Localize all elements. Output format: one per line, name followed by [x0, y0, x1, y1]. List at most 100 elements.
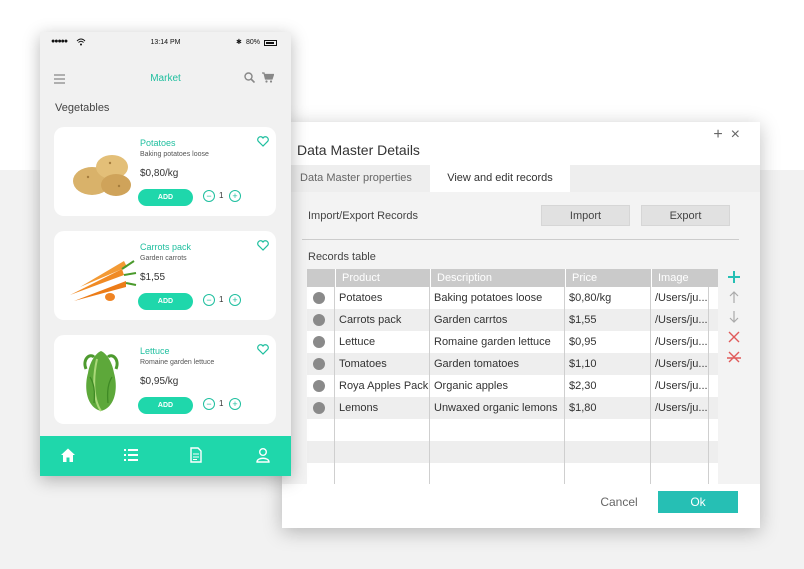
table-row[interactable]: Tomatoes Garden tomatoes $1,10 /Users/ju…: [307, 353, 718, 375]
empty-row[interactable]: [307, 463, 718, 484]
column-header-description[interactable]: Description: [430, 269, 565, 287]
divider: [302, 239, 739, 240]
minus-icon[interactable]: −: [203, 294, 215, 306]
document-icon[interactable]: [188, 447, 204, 463]
move-down-icon[interactable]: [725, 308, 743, 326]
cell-product[interactable]: Lettuce: [335, 331, 430, 353]
cart-icon[interactable]: [262, 72, 274, 83]
carrots-image: [70, 260, 137, 301]
product-card[interactable]: Lettuce Romaine garden lettuce $0,95/kg …: [54, 335, 276, 424]
status-bar: ●●●●● 13:14 PM ✱ 80%: [40, 32, 291, 54]
table-row[interactable]: Potatoes Baking potatoes loose $0,80/kg …: [307, 287, 718, 309]
records-tab-panel: Import/Export Records Import Export Reco…: [282, 192, 760, 484]
column-divider: [334, 287, 335, 484]
table-row[interactable]: Roya Apples Pack Organic apples $2,30 /U…: [307, 375, 718, 397]
product-name: Potatoes: [140, 138, 176, 148]
dialog-tabs: Data Master properties View and edit rec…: [282, 165, 760, 192]
column-header-price[interactable]: Price: [565, 269, 651, 287]
column-header-image[interactable]: Image: [651, 269, 709, 287]
battery-icon: [264, 40, 277, 46]
row-select-icon[interactable]: [313, 380, 325, 392]
move-up-icon[interactable]: [725, 288, 743, 306]
cell-description[interactable]: Unwaxed organic lemons: [430, 397, 565, 419]
user-icon[interactable]: [255, 447, 271, 463]
records-table: Product Description Price Image Potatoes…: [307, 269, 718, 484]
cell-image[interactable]: /Users/ju...: [651, 309, 709, 331]
cell-image[interactable]: /Users/ju...: [651, 375, 709, 397]
row-select-icon[interactable]: [313, 314, 325, 326]
cell-product[interactable]: Lemons: [335, 397, 430, 419]
minus-icon[interactable]: −: [203, 398, 215, 410]
add-button[interactable]: ADD: [138, 189, 193, 206]
heart-icon[interactable]: [257, 344, 269, 355]
import-button[interactable]: Import: [541, 205, 630, 226]
cell-image[interactable]: /Users/ju...: [651, 331, 709, 353]
dialog-add-icon[interactable]: +: [713, 127, 722, 143]
empty-row[interactable]: [307, 419, 718, 441]
row-select-icon[interactable]: [313, 402, 325, 414]
table-row[interactable]: Carrots pack Garden carrtos $1,55 /Users…: [307, 309, 718, 331]
cell-product[interactable]: Roya Apples Pack: [335, 375, 430, 397]
plus-icon[interactable]: +: [229, 294, 241, 306]
list-icon[interactable]: [123, 447, 139, 463]
cell-description[interactable]: Baking potatoes loose: [430, 287, 565, 309]
quantity-value: 1: [219, 399, 224, 408]
cell-image[interactable]: /Users/ju...: [651, 397, 709, 419]
export-button[interactable]: Export: [641, 205, 730, 226]
cell-product[interactable]: Tomatoes: [335, 353, 430, 375]
search-icon[interactable]: [244, 72, 255, 83]
column-divider: [564, 287, 565, 484]
data-master-dialog: + × Data Master Details Data Master prop…: [282, 122, 760, 528]
cell-price[interactable]: $1,80: [565, 397, 651, 419]
cancel-button[interactable]: Cancel: [594, 491, 644, 513]
empty-row[interactable]: [307, 441, 718, 463]
mobile-app-preview: ●●●●● 13:14 PM ✱ 80% Market Vegetables P…: [40, 32, 291, 476]
add-button[interactable]: ADD: [138, 293, 193, 310]
home-icon[interactable]: [60, 447, 76, 463]
quantity-value: 1: [219, 191, 224, 200]
table-row[interactable]: Lettuce Romaine garden lettuce $0,95 /Us…: [307, 331, 718, 353]
column-divider: [650, 287, 651, 484]
product-card[interactable]: Carrots pack Garden carrots $1,55 ADD − …: [54, 231, 276, 320]
product-description: Baking potatoes loose: [140, 151, 209, 158]
cell-description[interactable]: Organic apples: [430, 375, 565, 397]
column-divider: [429, 287, 430, 484]
heart-icon[interactable]: [257, 136, 269, 147]
cell-price[interactable]: $0,80/kg: [565, 287, 651, 309]
section-title: Vegetables: [55, 102, 110, 114]
product-card[interactable]: Potatoes Baking potatoes loose $0,80/kg …: [54, 127, 276, 216]
minus-icon[interactable]: −: [203, 190, 215, 202]
plus-icon[interactable]: +: [229, 190, 241, 202]
cell-price[interactable]: $1,10: [565, 353, 651, 375]
delete-all-icon[interactable]: [725, 348, 743, 366]
add-button[interactable]: ADD: [138, 397, 193, 414]
row-select-icon[interactable]: [313, 292, 325, 304]
quantity-value: 1: [219, 295, 224, 304]
cell-description[interactable]: Romaine garden lettuce: [430, 331, 565, 353]
add-row-icon[interactable]: [725, 268, 743, 286]
cell-price[interactable]: $0,95: [565, 331, 651, 353]
row-select-icon[interactable]: [313, 336, 325, 348]
cell-price[interactable]: $2,30: [565, 375, 651, 397]
battery-percent: 80%: [246, 39, 261, 46]
tab-view-and-edit-records[interactable]: View and edit records: [430, 165, 570, 192]
cell-image[interactable]: /Users/ju...: [651, 287, 709, 309]
product-description: Romaine garden lettuce: [140, 359, 215, 366]
row-select-icon[interactable]: [313, 358, 325, 370]
cell-description[interactable]: Garden carrtos: [430, 309, 565, 331]
tab-data-master-properties[interactable]: Data Master properties: [282, 165, 430, 192]
plus-icon[interactable]: +: [229, 398, 241, 410]
cell-product[interactable]: Carrots pack: [335, 309, 430, 331]
product-price: $0,95/kg: [140, 376, 179, 387]
delete-row-icon[interactable]: [725, 328, 743, 346]
heart-icon[interactable]: [257, 240, 269, 251]
dialog-close-icon[interactable]: ×: [731, 127, 740, 143]
cell-price[interactable]: $1,55: [565, 309, 651, 331]
cell-product[interactable]: Potatoes: [335, 287, 430, 309]
column-header-product[interactable]: Product: [335, 269, 430, 287]
cell-description[interactable]: Garden tomatoes: [430, 353, 565, 375]
cell-image[interactable]: /Users/ju...: [651, 353, 709, 375]
table-row[interactable]: Lemons Unwaxed organic lemons $1,80 /Use…: [307, 397, 718, 419]
dialog-controls: + ×: [713, 127, 740, 143]
ok-button[interactable]: Ok: [658, 491, 738, 513]
